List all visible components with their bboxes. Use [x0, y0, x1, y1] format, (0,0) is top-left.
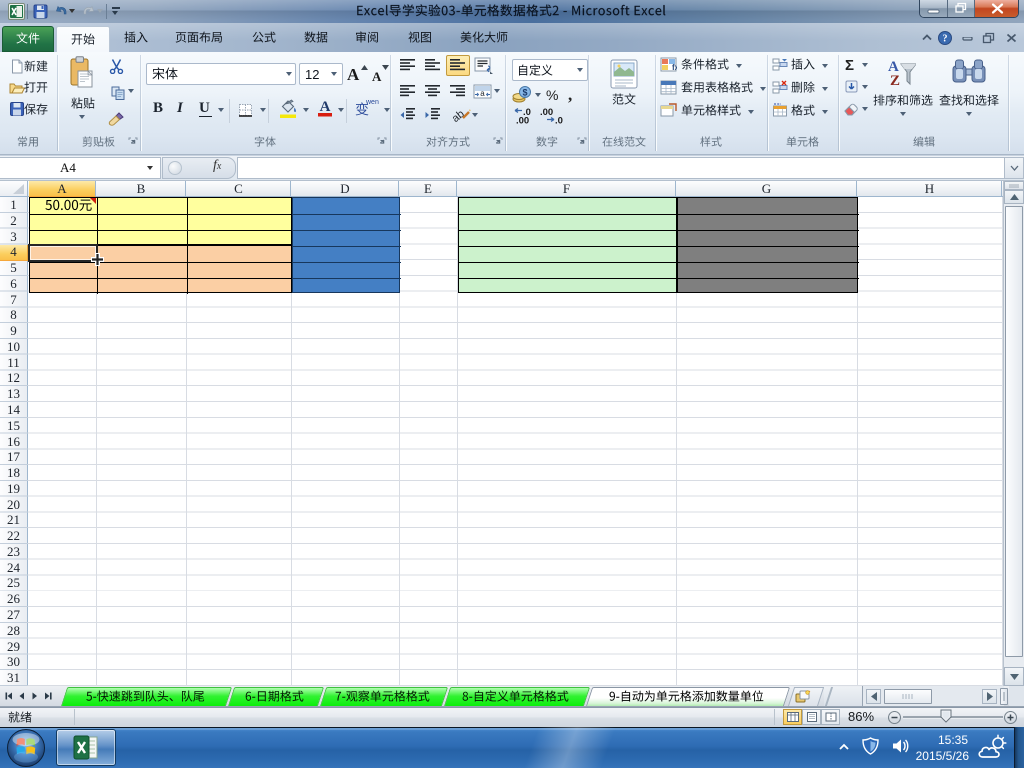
svg-text:a: a — [480, 89, 485, 98]
svg-text:.0: .0 — [555, 116, 563, 125]
svg-text:A: A — [320, 99, 331, 115]
svg-text:Z: Z — [890, 73, 900, 86]
svg-text:fx: fx — [672, 63, 677, 72]
svg-text:$: $ — [522, 88, 527, 98]
svg-text:.00: .00 — [540, 107, 553, 118]
svg-text:.00: .00 — [516, 116, 529, 125]
svg-text:?: ? — [943, 34, 948, 45]
